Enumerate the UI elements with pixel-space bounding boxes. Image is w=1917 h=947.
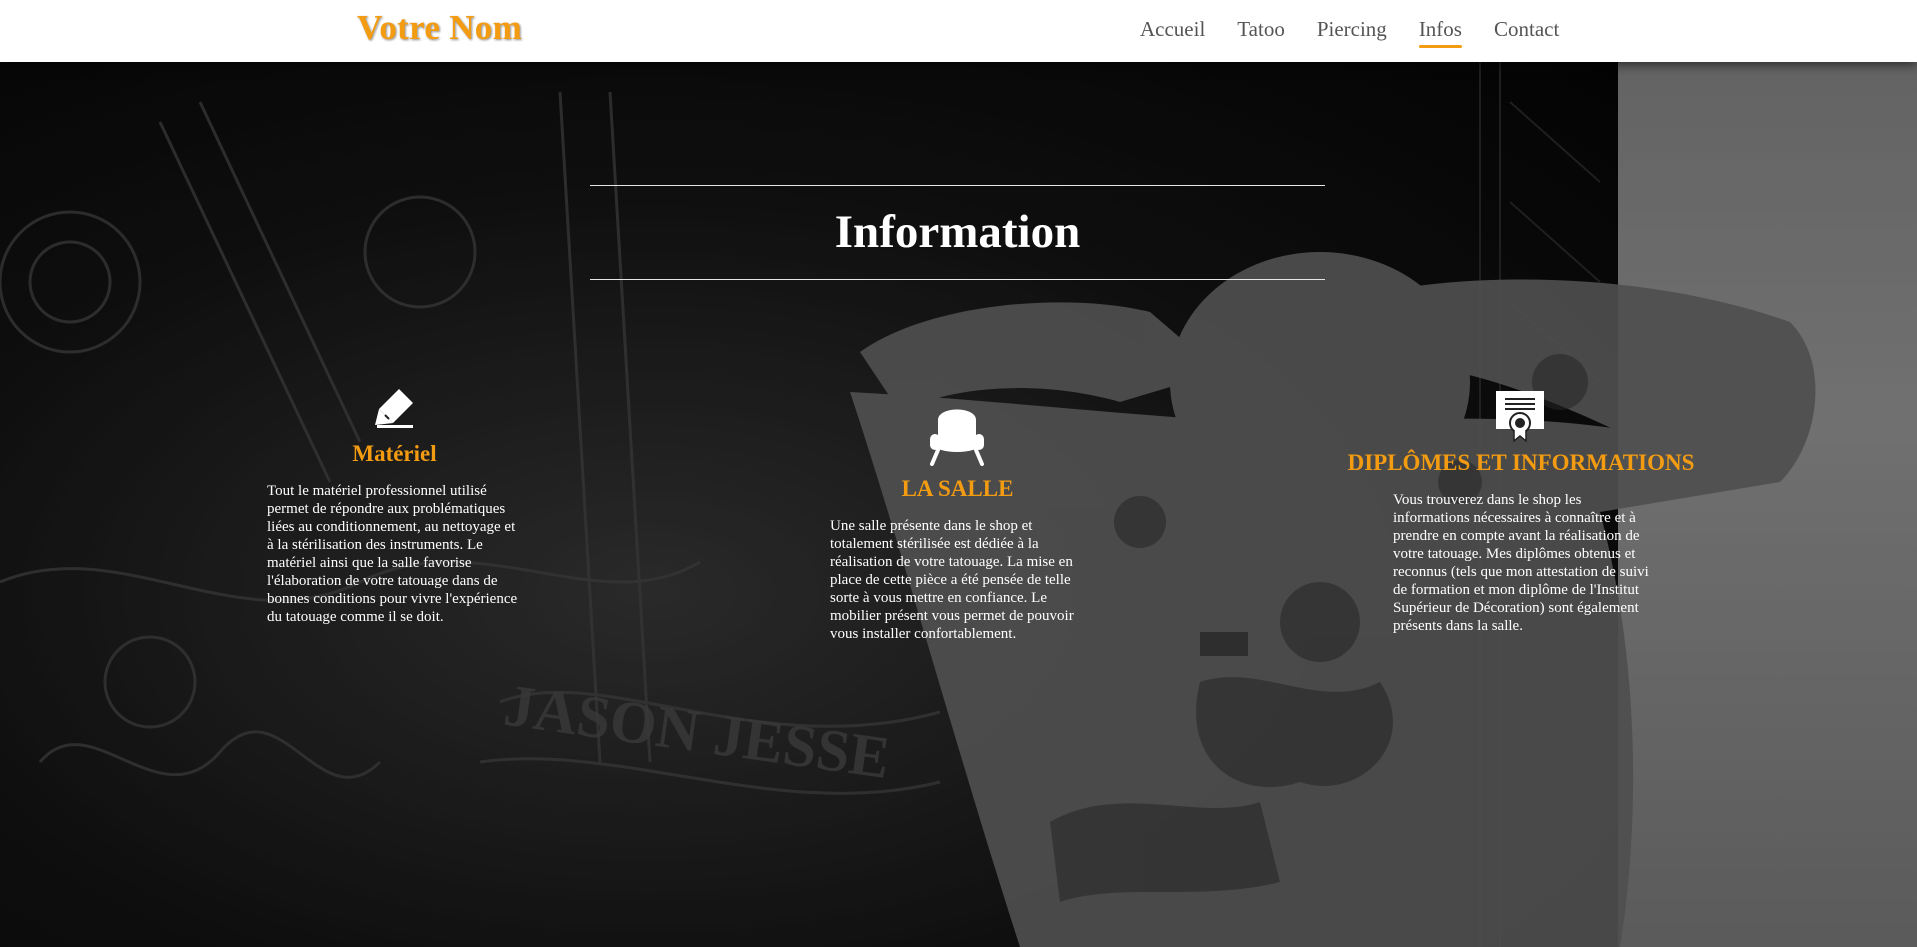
nav-link-infos[interactable]: Infos [1418, 17, 1463, 48]
brand-logo[interactable]: Votre Nom [357, 8, 522, 48]
site-header: Votre Nom Accueil Tatoo Piercing Infos C… [0, 0, 1917, 62]
section-title: Information [834, 206, 1081, 258]
nav-link-piercing[interactable]: Piercing [1317, 17, 1387, 48]
title-rule-top [590, 185, 1325, 186]
title-rule-bottom [590, 279, 1325, 280]
main-nav: Accueil Tatoo Piercing Infos Contact [1140, 17, 1591, 48]
armchair-icon [928, 400, 986, 471]
column-heading: DIPLÔMES ET INFORMATIONS [1347, 450, 1695, 475]
nav-link-contact[interactable]: Contact [1494, 17, 1559, 48]
column-heading: Matériel [352, 441, 437, 466]
nav-link-tatoo[interactable]: Tatoo [1237, 17, 1285, 48]
column-text: Une salle présente dans le shop et total… [830, 518, 1074, 642]
nav-link-accueil[interactable]: Accueil [1140, 17, 1205, 48]
certificate-icon [1495, 390, 1545, 447]
highlighter-pen-icon [373, 385, 417, 434]
column-text: Tout le matériel professionnel utilisé p… [267, 483, 518, 625]
column-text: Vous trouverez dans le shop les informat… [1393, 492, 1649, 634]
column-heading: LA SALLE [901, 476, 1014, 501]
